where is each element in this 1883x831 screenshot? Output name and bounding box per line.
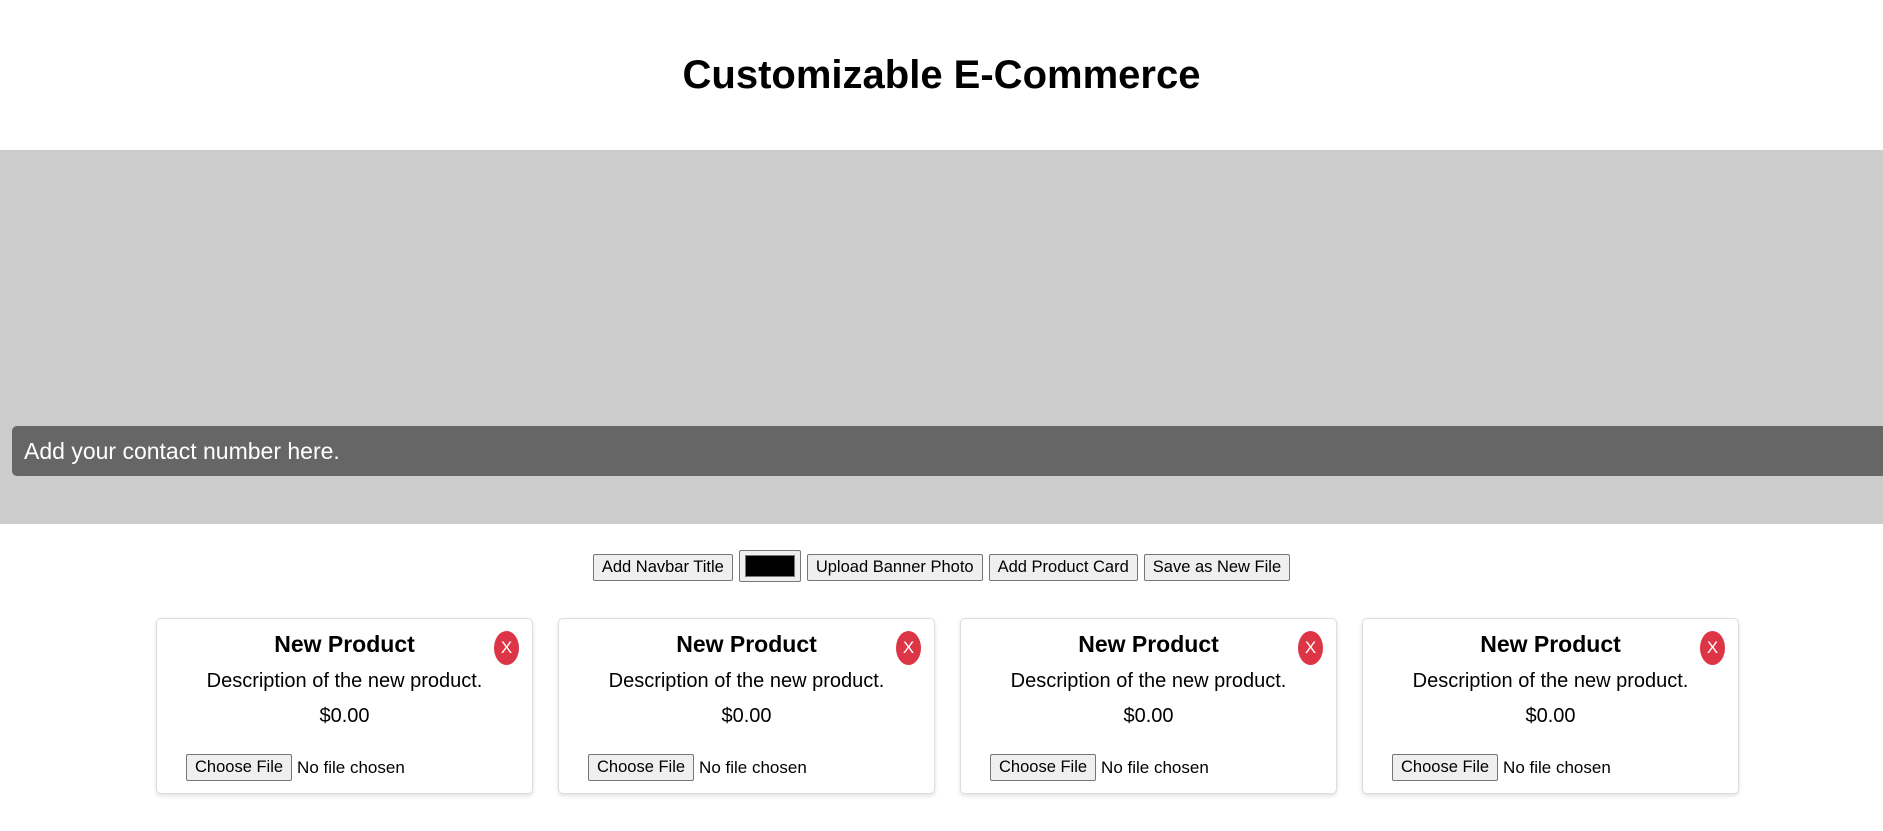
page-title: Customizable E-Commerce (682, 53, 1201, 97)
editor-toolbar: Add Navbar Title Upload Banner Photo Add… (0, 550, 1883, 582)
remove-product-button[interactable]: X (1298, 631, 1323, 665)
color-swatch (744, 555, 795, 577)
product-card: New Product X Description of the new pro… (156, 618, 533, 794)
file-input[interactable]: Choose File No file chosen (186, 754, 405, 781)
file-status-text: No file chosen (699, 757, 807, 777)
product-card-list: New Product X Description of the new pro… (0, 618, 1883, 794)
product-price[interactable]: $0.00 (961, 705, 1336, 728)
choose-file-button[interactable]: Choose File (588, 754, 695, 781)
product-card: New Product X Description of the new pro… (1362, 618, 1739, 794)
product-title[interactable]: New Product (559, 631, 934, 658)
product-title[interactable]: New Product (157, 631, 532, 658)
add-product-card-button[interactable]: Add Product Card (988, 554, 1138, 581)
remove-product-button[interactable]: X (896, 631, 921, 665)
choose-file-button[interactable]: Choose File (1392, 754, 1499, 781)
product-card: New Product X Description of the new pro… (960, 618, 1337, 794)
file-status-text: No file chosen (1101, 757, 1209, 777)
choose-file-button[interactable]: Choose File (990, 754, 1097, 781)
color-picker[interactable] (738, 550, 801, 582)
product-price[interactable]: $0.00 (1363, 705, 1738, 728)
product-price[interactable]: $0.00 (157, 705, 532, 728)
file-input[interactable]: Choose File No file chosen (1392, 754, 1611, 781)
product-description[interactable]: Description of the new product. (1363, 670, 1738, 693)
product-description[interactable]: Description of the new product. (961, 670, 1336, 693)
product-card: New Product X Description of the new pro… (558, 618, 935, 794)
remove-product-button[interactable]: X (1700, 631, 1725, 665)
save-as-new-file-button[interactable]: Save as New File (1143, 554, 1291, 581)
product-description[interactable]: Description of the new product. (559, 670, 934, 693)
banner[interactable]: Add your contact number here. (0, 150, 1883, 524)
file-input[interactable]: Choose File No file chosen (588, 754, 807, 781)
choose-file-button[interactable]: Choose File (186, 754, 293, 781)
upload-banner-photo-button[interactable]: Upload Banner Photo (806, 554, 983, 581)
file-status-text: No file chosen (297, 757, 405, 777)
product-title[interactable]: New Product (1363, 631, 1738, 658)
product-title[interactable]: New Product (961, 631, 1336, 658)
product-price[interactable]: $0.00 (559, 705, 934, 728)
file-status-text: No file chosen (1503, 757, 1611, 777)
file-input[interactable]: Choose File No file chosen (990, 754, 1209, 781)
contact-number-bar[interactable]: Add your contact number here. (12, 426, 1883, 476)
add-navbar-title-button[interactable]: Add Navbar Title (592, 554, 733, 581)
product-description[interactable]: Description of the new product. (157, 670, 532, 693)
remove-product-button[interactable]: X (494, 631, 519, 665)
